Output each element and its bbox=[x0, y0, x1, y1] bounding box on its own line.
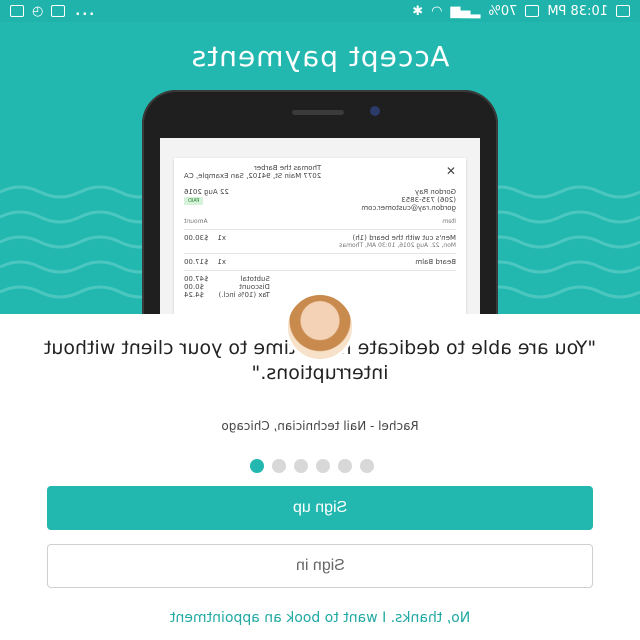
page-dot[interactable] bbox=[250, 459, 264, 473]
merchant-address: 2077 Main St, 94102, San Example, CA bbox=[184, 172, 322, 180]
item1-name: Men's cut with the beard (1h) bbox=[352, 234, 456, 242]
item1-detail: Mon, 22. Aug 2016, 10:30 AM, Thomas bbox=[339, 242, 456, 249]
onboarding-content: "You are able to dedicate more time to y… bbox=[0, 314, 640, 640]
notification-icon bbox=[616, 5, 630, 17]
hero-banner: Accept payments ✕ Thomas the Barber 2077… bbox=[0, 22, 640, 314]
subtotal-value: $47.00 bbox=[184, 275, 209, 283]
receipt-date: 22 Aug 2016 bbox=[184, 188, 229, 196]
status-bar: 10:38 PM 70% ▂▄▆ ◠ ✱ ... ◷ bbox=[0, 0, 640, 22]
close-icon: ✕ bbox=[445, 164, 456, 178]
hero-title: Accept payments bbox=[190, 40, 450, 73]
amount-header: Amount bbox=[184, 218, 208, 225]
nfc-icon bbox=[51, 5, 66, 17]
discount-label: Discount bbox=[239, 283, 270, 291]
merchant-name: Thomas the Barber bbox=[253, 164, 322, 172]
subtotal-label: Subtotal bbox=[240, 275, 270, 283]
tax-value: $4.24 bbox=[184, 291, 205, 299]
signup-label: Sign up bbox=[292, 499, 348, 516]
signin-label: Sign in bbox=[295, 557, 345, 574]
customer-phone: (206) 735-3853 bbox=[401, 196, 456, 204]
item2-name: Beard Balm bbox=[415, 258, 456, 266]
book-appointment-link[interactable]: No, thanks. I want to book an appointmen… bbox=[0, 610, 640, 626]
paid-badge: PAID bbox=[184, 197, 204, 205]
customer-name: Gordon Ray bbox=[415, 188, 456, 196]
battery-text: 70% bbox=[488, 3, 518, 19]
page-indicator bbox=[250, 459, 374, 473]
signup-button[interactable]: Sign up bbox=[47, 486, 593, 530]
book-appointment-label: No, thanks. I want to book an appointmen… bbox=[169, 610, 471, 626]
item2-price: $17.00 bbox=[184, 258, 209, 266]
bluetooth-icon: ✱ bbox=[412, 3, 424, 19]
phone-screen: ✕ Thomas the Barber 2077 Main St, 94102,… bbox=[160, 138, 480, 314]
discount-value: $0.00 bbox=[184, 283, 205, 291]
wifi-icon: ◠ bbox=[431, 3, 443, 19]
item1-qty: x1 bbox=[217, 234, 227, 242]
tax-label: Tax (10% incl.) bbox=[218, 291, 270, 299]
signin-button[interactable]: Sign in bbox=[47, 544, 593, 588]
signal-icon: ▂▄▆ bbox=[450, 3, 481, 19]
page-dot[interactable] bbox=[272, 459, 286, 473]
items-header: Item bbox=[442, 218, 456, 225]
phone-speaker bbox=[292, 110, 344, 115]
page-dot[interactable] bbox=[360, 459, 374, 473]
testimonial-avatar bbox=[285, 292, 355, 362]
battery-icon bbox=[525, 5, 540, 17]
more-dots: ... bbox=[73, 3, 95, 19]
time-text: 10:38 PM bbox=[547, 3, 608, 19]
page-dot[interactable] bbox=[338, 459, 352, 473]
clock-icon: ◷ bbox=[32, 3, 44, 19]
image-icon bbox=[10, 5, 24, 17]
customer-email: gordon.ray@customer.com bbox=[361, 204, 456, 212]
item1-price: $30.00 bbox=[184, 234, 209, 242]
phone-mockup: ✕ Thomas the Barber 2077 Main St, 94102,… bbox=[142, 90, 498, 314]
testimonial-author: Rachel - Nail technician, Chicago bbox=[221, 419, 419, 433]
page-dot[interactable] bbox=[294, 459, 308, 473]
receipt-card: ✕ Thomas the Barber 2077 Main St, 94102,… bbox=[174, 158, 466, 314]
item2-qty: x1 bbox=[217, 258, 227, 266]
page-dot[interactable] bbox=[316, 459, 330, 473]
phone-camera bbox=[370, 106, 380, 116]
